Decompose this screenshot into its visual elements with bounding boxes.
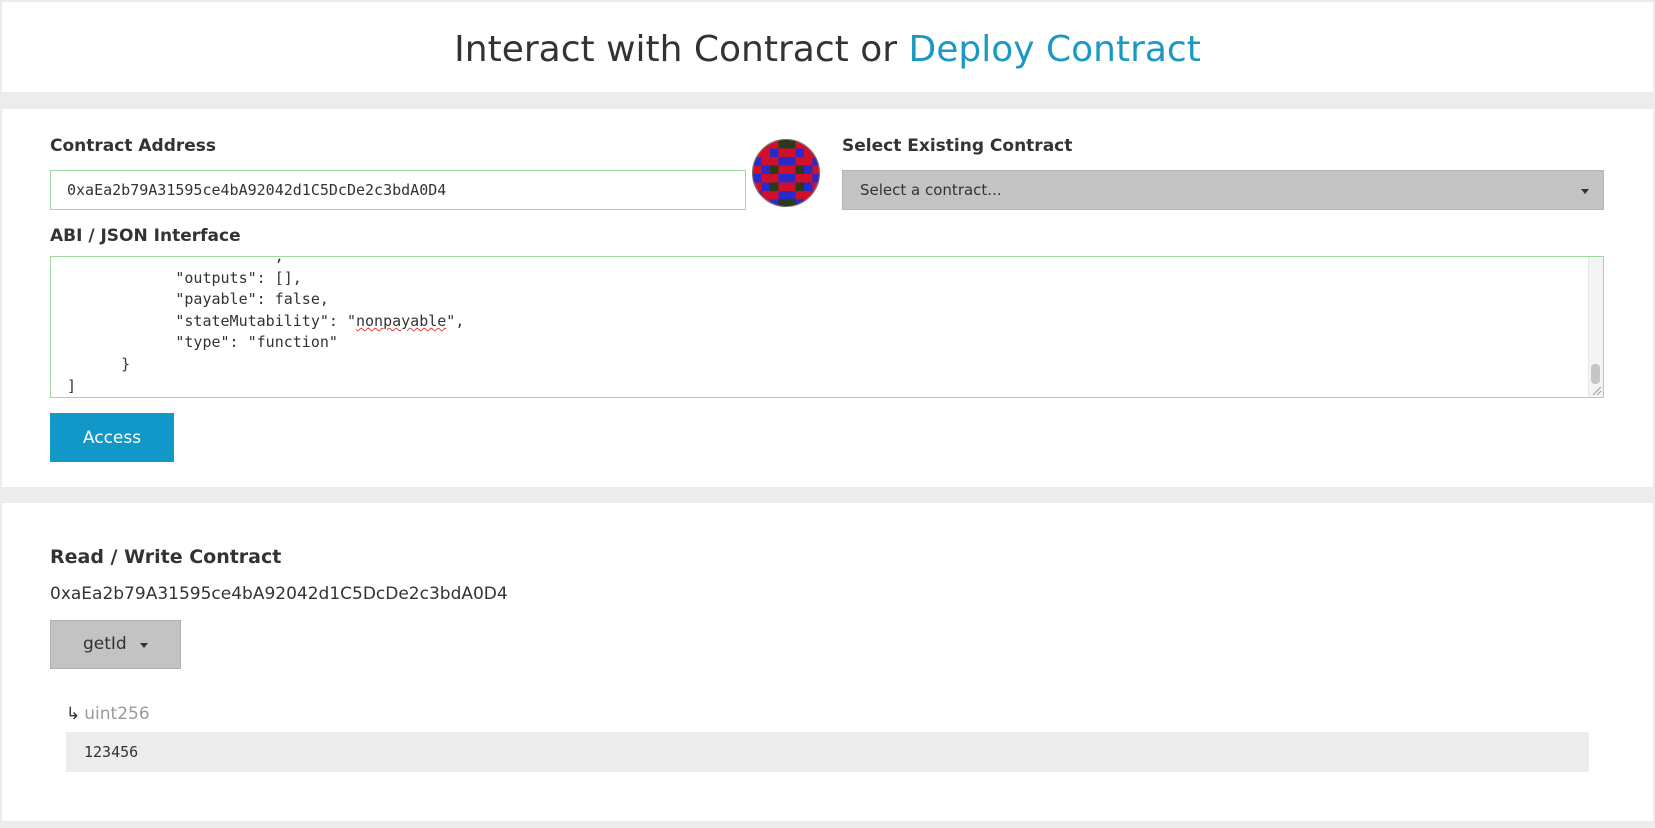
title-or: or xyxy=(860,29,898,70)
abi-scrollbar-thumb[interactable] xyxy=(1591,364,1600,384)
function-select-dropdown[interactable]: getId xyxy=(50,620,181,669)
contract-address-label: Contract Address xyxy=(50,136,217,156)
header-panel: Interact with Contract or Deploy Contrac… xyxy=(2,2,1653,92)
identicon-icon xyxy=(753,140,819,206)
deploy-contract-link[interactable]: Deploy Contract xyxy=(908,29,1200,70)
abi-line: "type": "function" xyxy=(67,333,338,352)
output-type-label: uint256 xyxy=(84,704,150,724)
abi-line: } xyxy=(67,354,131,373)
abi-label: ABI / JSON Interface xyxy=(50,226,241,246)
title-main: Interact with Contract xyxy=(454,29,849,70)
abi-textarea[interactable]: , "outputs": [], "payable": false, "stat… xyxy=(50,256,1604,398)
resize-grip-icon[interactable] xyxy=(1590,384,1602,396)
output-type-row: ↳ uint256 xyxy=(66,702,150,726)
page-title: Interact with Contract or Deploy Contrac… xyxy=(2,26,1653,74)
select-contract-label: Select Existing Contract xyxy=(842,136,1073,156)
read-write-address: 0xaEa2b79A31595ce4bA92042d1C5DcDe2c3bdA0… xyxy=(50,584,508,604)
abi-line: ", xyxy=(446,311,465,330)
access-button[interactable]: Access xyxy=(50,413,174,462)
abi-line: , xyxy=(67,256,284,265)
contract-panel: Contract Address 0xaEa2b79A31595ce4bA920… xyxy=(2,109,1653,487)
abi-line: "stateMutability": " xyxy=(67,311,356,330)
function-selected-label: getId xyxy=(83,634,127,654)
caret-down-icon xyxy=(1581,189,1589,194)
read-write-title: Read / Write Contract xyxy=(50,546,282,568)
abi-code: , "outputs": [], "payable": false, "stat… xyxy=(67,256,465,397)
abi-line: "outputs": [], xyxy=(67,268,302,287)
caret-down-icon xyxy=(140,643,148,648)
read-write-panel: Read / Write Contract 0xaEa2b79A31595ce4… xyxy=(2,503,1653,821)
return-arrow-icon: ↳ xyxy=(66,704,81,724)
output-value-field: 123456 xyxy=(66,732,1589,772)
abi-line: "payable": false, xyxy=(67,290,329,309)
abi-line: ] xyxy=(67,376,77,395)
contract-address-input[interactable]: 0xaEa2b79A31595ce4bA92042d1C5DcDe2c3bdA0… xyxy=(50,170,746,210)
select-contract-placeholder: Select a contract... xyxy=(860,181,1002,199)
identicon-avatar xyxy=(752,139,820,207)
abi-spellcheck-word: nonpayable xyxy=(355,311,447,330)
select-contract-dropdown[interactable]: Select a contract... xyxy=(842,170,1604,210)
abi-scrollbar[interactable] xyxy=(1588,257,1603,397)
